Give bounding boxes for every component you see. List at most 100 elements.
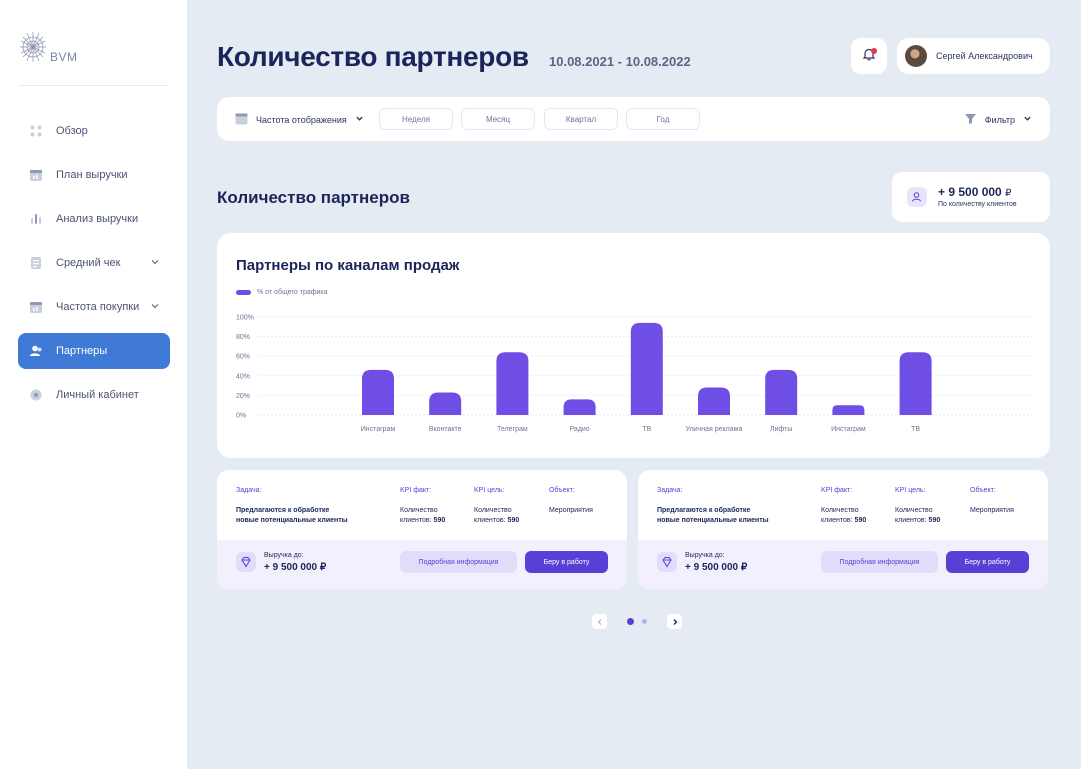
chart-bar — [630, 322, 663, 415]
kpi-goal-caption: Количество — [895, 507, 933, 514]
task-label: Задача: — [236, 487, 262, 494]
x-tick-label: Уличная реклама — [686, 426, 743, 433]
chevron-down-icon[interactable] — [150, 301, 160, 314]
revenue-value: + 9 500 000 ₽ — [264, 562, 327, 573]
prev-button[interactable] — [592, 614, 607, 629]
object-label: Объект: — [549, 487, 575, 494]
y-tick-label: 100% — [236, 315, 254, 322]
details-button[interactable]: Подробная информация — [400, 551, 517, 573]
x-tick-label: Инстаграм — [361, 426, 396, 433]
sidebar-item-label: Обзор — [56, 125, 88, 137]
carousel-pager — [592, 614, 682, 629]
kpi-fact-label: KPI факт: — [821, 487, 853, 494]
sidebar-item-purchase-frequency[interactable]: Частота покупки — [18, 289, 170, 325]
frequency-dropdown[interactable]: Частота отображения — [235, 112, 364, 127]
filter-dropdown[interactable]: Фильтр — [964, 112, 1032, 127]
kpi-goal-prefix: клиентов: — [895, 517, 927, 524]
sidebar-item-label: Личный кабинет — [56, 389, 139, 401]
notifications-button[interactable] — [851, 38, 887, 74]
kpi-fact-text: Количество клиентов: 590 — [400, 506, 445, 526]
bar-chart: 100% 80% 60% 40% 20% 0% Инстаграм Вконтакте Теле… — [236, 315, 1032, 433]
object-label: Объект: — [970, 487, 996, 494]
filter-label: Фильтр — [984, 114, 1015, 125]
pager-dot[interactable] — [642, 619, 647, 624]
chart-bar — [698, 387, 730, 415]
page-title: Количество партнеров — [217, 41, 529, 72]
chevron-right-icon — [673, 618, 677, 625]
x-tick-label: ТВ — [911, 426, 920, 433]
calendar-icon — [235, 112, 248, 127]
sidebar-item-revenue-plan[interactable]: План выручки — [18, 157, 170, 193]
metric-amount: + 9 500 000 — [938, 185, 1002, 199]
next-button[interactable] — [667, 614, 682, 629]
sidebar-item-label: Частота покупки — [56, 301, 140, 313]
sidebar-item-average-check[interactable]: Средний чек — [18, 245, 170, 281]
sidebar-divider — [18, 85, 168, 86]
kpi-goal-value: 590 — [928, 517, 941, 524]
chart-bar — [496, 352, 529, 415]
kpi-card-footer: Выручка до: + 9 500 000 ₽ Подробная инфо… — [638, 540, 1048, 589]
kpi-goal-label: KPI цель: — [895, 487, 926, 494]
logo[interactable]: BVM — [18, 30, 78, 64]
details-button[interactable]: Подробная информация — [821, 551, 938, 573]
chart-bar — [362, 369, 394, 415]
x-tick-label: Вконтакте — [429, 426, 462, 433]
segment-month[interactable]: Месяц — [461, 108, 535, 130]
filter-bar: Частота отображения Неделя Месяц Квартал… — [217, 97, 1050, 141]
chart-card: Партнеры по каналам продаж % от общего т… — [217, 233, 1050, 458]
kpi-fact-caption: Количество — [821, 507, 859, 514]
chevron-down-icon — [1023, 114, 1032, 125]
segment-week[interactable]: Неделя — [379, 108, 453, 130]
document-icon — [28, 255, 44, 271]
task-text-line: Предлагаются к обработке — [236, 507, 330, 514]
metric-currency: ₽ — [1005, 188, 1012, 199]
chevron-left-icon — [597, 618, 601, 625]
segment-quarter[interactable]: Квартал — [544, 108, 618, 130]
y-tick-label: 0% — [236, 413, 246, 420]
chart-bar — [832, 405, 865, 415]
client-icon — [907, 187, 927, 207]
funnel-icon — [964, 112, 977, 127]
kpi-card-1: Задача: Предлагаются к обработке новые по… — [217, 470, 627, 589]
kpi-fact-prefix: клиентов: — [821, 517, 853, 524]
calendar-chart-icon — [28, 299, 44, 315]
user-menu[interactable]: Сергей Александрович — [897, 38, 1050, 74]
sidebar-item-revenue-analysis[interactable]: Анализ выручки — [18, 201, 170, 237]
sidebar-item-account[interactable]: Личный кабинет — [18, 377, 170, 413]
take-to-work-button[interactable]: Беру в работу — [525, 551, 608, 573]
sidebar-item-partners[interactable]: Партнеры — [18, 333, 170, 369]
section-title: Количество партнеров — [217, 188, 410, 207]
kpi-fact-prefix: клиентов: — [400, 517, 432, 524]
task-text-line: Предлагаются к обработке — [657, 507, 751, 514]
sidebar-item-label: Средний чек — [56, 257, 121, 269]
kpi-fact-caption: Количество — [400, 507, 438, 514]
sidebar: BVM Обзор План выручки Анализ выручки Ср… — [0, 0, 187, 769]
task-text-line: новые потенциальные клиенты — [657, 517, 769, 524]
kpi-goal-text: Количество клиентов: 590 — [895, 506, 940, 526]
take-to-work-button[interactable]: Беру в работу — [946, 551, 1029, 573]
sidebar-item-label: Анализ выручки — [56, 213, 139, 225]
notification-badge — [871, 48, 877, 54]
x-tick-label: Радио — [569, 426, 589, 433]
sidebar-item-overview[interactable]: Обзор — [18, 113, 170, 149]
revenue-label: Выручка до: — [264, 552, 304, 559]
date-range[interactable]: 10.08.2021 - 10.08.2022 — [549, 54, 691, 69]
sidebar-item-label: План выручки — [56, 169, 128, 181]
bars-icon — [28, 211, 44, 227]
kpi-fact-label: KPI факт: — [400, 487, 432, 494]
segment-year[interactable]: Год — [626, 108, 700, 130]
chevron-down-icon[interactable] — [150, 257, 160, 270]
y-tick-label: 60% — [236, 354, 250, 361]
kpi-goal-prefix: клиентов: — [474, 517, 506, 524]
calendar-chart-icon — [28, 167, 44, 183]
object-text: Мероприятия — [970, 507, 1014, 514]
pager-dot-active[interactable] — [627, 618, 634, 625]
chevron-down-icon — [355, 114, 364, 125]
object-text: Мероприятия — [549, 507, 593, 514]
kpi-card-2: Задача: Предлагаются к обработке новые по… — [638, 470, 1048, 589]
x-tick-label: Лифты — [770, 426, 792, 433]
y-tick-label: 80% — [236, 334, 250, 341]
kpi-goal-caption: Количество — [474, 507, 512, 514]
users-icon — [28, 343, 44, 359]
kpi-card-footer: Выручка до: + 9 500 000 ₽ Подробная инфо… — [217, 540, 627, 589]
